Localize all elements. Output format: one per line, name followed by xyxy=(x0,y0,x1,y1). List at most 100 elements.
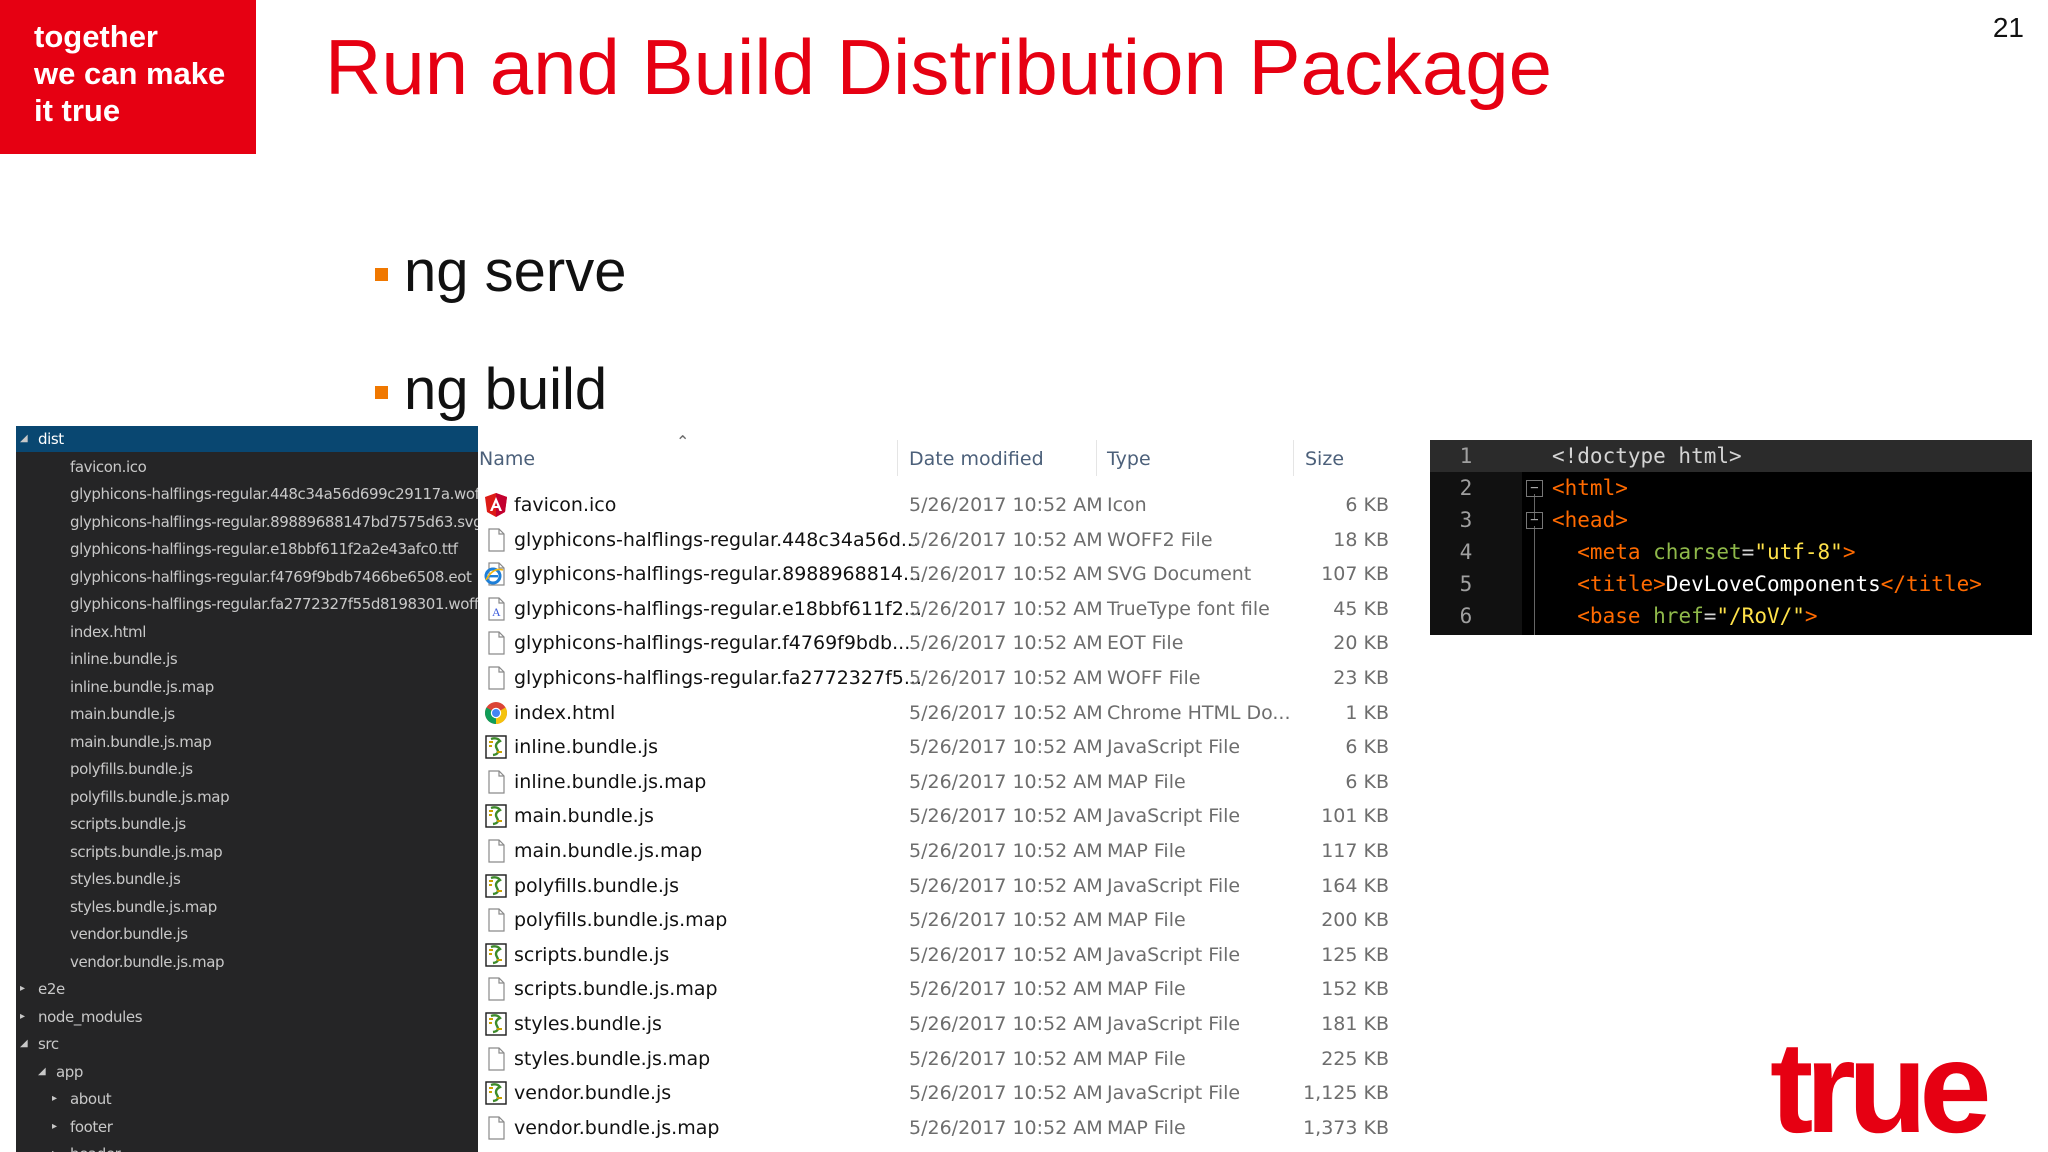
tree-item[interactable]: styles.bundle.js xyxy=(16,866,478,892)
tree-item-label: glyphicons-halflings-regular.f4769f9bdb7… xyxy=(70,567,472,586)
line-number: 5 xyxy=(1459,572,1473,596)
file-name: glyphicons-halflings-regular.448c34a56d.… xyxy=(514,528,920,551)
chevron-right-icon[interactable]: ▸ xyxy=(52,1141,57,1152)
page-number: 21 xyxy=(1992,12,2024,43)
tree-item[interactable]: index.html xyxy=(16,619,478,645)
tree-item[interactable]: ▸ node_modules xyxy=(16,1004,478,1030)
code-token: href xyxy=(1653,604,1704,628)
tagline-line: we can make xyxy=(34,56,226,91)
chevron-down-icon[interactable]: ◢ xyxy=(38,1059,46,1085)
tree-item-label: glyphicons-halflings-regular.e18bbf611f2… xyxy=(70,540,458,558)
column-divider[interactable] xyxy=(897,440,898,476)
tree-item-label: inline.bundle.js.map xyxy=(70,677,214,696)
file-row[interactable]: glyphicons-halflings-regular.f4769f9bdb.… xyxy=(479,626,1423,660)
line-number: 6 xyxy=(1459,604,1473,628)
chevron-right-icon[interactable]: ▸ xyxy=(20,976,25,1002)
tagline-line: it true xyxy=(34,93,121,128)
tree-item[interactable]: ◢ app xyxy=(16,1059,478,1085)
file-row[interactable]: scripts.bundle.js 5/26/2017 10:52 AM JavaS… xyxy=(479,938,1423,972)
chevron-right-icon[interactable]: ▸ xyxy=(20,1004,25,1030)
tree-item[interactable]: vendor.bundle.js.map xyxy=(16,949,478,975)
tree-item[interactable]: main.bundle.js.map xyxy=(16,729,478,755)
tree-item[interactable]: glyphicons-halflings-regular.448c34a56d6… xyxy=(16,481,478,507)
angular-icon xyxy=(483,492,509,518)
file-date: 5/26/2017 10:52 AM xyxy=(909,770,1103,793)
file-date: 5/26/2017 10:52 AM xyxy=(909,632,1103,655)
file-row[interactable]: glyphicons-halflings-regular.fa2772327f5… xyxy=(479,661,1423,695)
tree-item[interactable]: glyphicons-halflings-regular.89889688147… xyxy=(16,509,478,535)
tree-item[interactable]: glyphicons-halflings-regular.fa2772327f5… xyxy=(16,591,478,617)
column-header-type[interactable]: Type xyxy=(1107,448,1151,470)
collapse-icon[interactable]: − xyxy=(1526,480,1543,497)
code-text: <html> xyxy=(1552,472,1628,504)
file-size: 125 KB xyxy=(1321,943,1389,966)
tree-item[interactable]: ▸ footer xyxy=(16,1114,478,1140)
file-row[interactable]: main.bundle.js 5/26/2017 10:52 AM JavaScri… xyxy=(479,799,1423,833)
file-row[interactable]: favicon.ico 5/26/2017 10:52 AM Icon 6 KB xyxy=(479,488,1423,522)
file-row[interactable]: polyfills.bundle.js 5/26/2017 10:52 AM Jav… xyxy=(479,869,1423,903)
chevron-right-icon[interactable]: ▸ xyxy=(52,1086,57,1112)
file-date: 5/26/2017 10:52 AM xyxy=(909,528,1103,551)
file-type: JavaScript File xyxy=(1107,736,1241,759)
tree-item[interactable]: inline.bundle.js xyxy=(16,646,478,672)
tree-item[interactable]: styles.bundle.js.map xyxy=(16,894,478,920)
tree-item[interactable]: scripts.bundle.js.map xyxy=(16,839,478,865)
file-row[interactable]: vendor.bundle.js 5/26/2017 10:52 AM JavaSc… xyxy=(479,1076,1423,1110)
column-divider[interactable] xyxy=(1293,440,1294,476)
chevron-down-icon[interactable]: ◢ xyxy=(20,1031,28,1057)
file-row[interactable]: scripts.bundle.js.map 5/26/2017 10:52 AM M… xyxy=(479,972,1423,1006)
file-row[interactable]: styles.bundle.js 5/26/2017 10:52 AM JavaSc… xyxy=(479,1007,1423,1041)
file-row[interactable]: inline.bundle.js.map 5/26/2017 10:52 AM MA… xyxy=(479,765,1423,799)
tree-item[interactable]: main.bundle.js xyxy=(16,701,478,727)
collapse-icon[interactable]: − xyxy=(1526,512,1543,529)
tree-item[interactable]: ▸ about xyxy=(16,1086,478,1112)
column-header-date[interactable]: Date modified xyxy=(909,448,1044,470)
tree-item[interactable]: glyphicons-halflings-regular.e18bbf611f2… xyxy=(16,536,478,562)
file-row[interactable]: glyphicons-halflings-regular.448c34a56d.… xyxy=(479,523,1423,557)
tree-item[interactable]: vendor.bundle.js xyxy=(16,921,478,947)
file-row[interactable]: Aglyphicons-halflings-regular.e18bbf611f… xyxy=(479,592,1423,626)
file-row[interactable]: polyfills.bundle.js.map 5/26/2017 10:52 A… xyxy=(479,903,1423,937)
chevron-right-icon[interactable]: ▸ xyxy=(52,1114,57,1140)
file-size: 1,125 KB xyxy=(1303,1082,1389,1105)
file-date: 5/26/2017 10:52 AM xyxy=(909,701,1103,724)
column-header-name[interactable]: Name xyxy=(479,448,535,470)
file-row[interactable]: styles.bundle.js.map 5/26/2017 10:52 AM MA… xyxy=(479,1042,1423,1076)
file-row[interactable]: index.html 5/26/2017 10:52 AM Chrome HTML … xyxy=(479,696,1423,730)
tree-item-label: src xyxy=(38,1035,59,1053)
tree-item[interactable]: ◢ dist xyxy=(16,426,478,452)
tree-item[interactable]: ▸ e2e xyxy=(16,976,478,1002)
tree-item[interactable]: ▸ header xyxy=(16,1141,478,1152)
column-header-size[interactable]: Size xyxy=(1305,448,1344,470)
tree-item-label: scripts.bundle.js.map xyxy=(70,842,223,861)
file-name: main.bundle.js.map xyxy=(514,840,703,862)
tagline-line: together xyxy=(34,19,158,54)
tree-item-label: styles.bundle.js.map xyxy=(70,897,217,916)
tree-item[interactable]: polyfills.bundle.js.map xyxy=(16,784,478,810)
tree-item[interactable]: glyphicons-halflings-regular.f4769f9bdb7… xyxy=(16,564,478,590)
tree-item[interactable]: ◢ src xyxy=(16,1031,478,1057)
file-date: 5/26/2017 10:52 AM xyxy=(909,978,1103,1001)
bullet-text: ng serve xyxy=(404,239,627,304)
tree-item-label: glyphicons-halflings-regular.448c34a56d6… xyxy=(70,485,478,503)
tree-item[interactable]: polyfills.bundle.js xyxy=(16,756,478,782)
chevron-down-icon[interactable]: ◢ xyxy=(20,426,28,452)
code-line: 5 <title>DevLoveComponents</title> xyxy=(1430,568,2032,600)
column-divider[interactable] xyxy=(1096,440,1097,476)
tree-item[interactable]: scripts.bundle.js xyxy=(16,811,478,837)
code-token: <base xyxy=(1552,604,1654,628)
file-size: 45 KB xyxy=(1333,597,1389,620)
js-script-icon xyxy=(483,803,509,829)
tree-item-label: main.bundle.js xyxy=(70,705,175,723)
file-row[interactable]: main.bundle.js.map 5/26/2017 10:52 AM MAP … xyxy=(479,834,1423,868)
sort-ascending-icon: ⌃ xyxy=(676,432,690,451)
tree-item[interactable]: inline.bundle.js.map xyxy=(16,674,478,700)
file-row[interactable]: glyphicons-halflings-regular.8988968814.… xyxy=(479,557,1423,591)
svg-text:A: A xyxy=(492,605,501,619)
file-row[interactable]: vendor.bundle.js.map 5/26/2017 10:52 AM MA… xyxy=(479,1111,1423,1145)
file-row[interactable]: inline.bundle.js 5/26/2017 10:52 AM JavaSc… xyxy=(479,730,1423,764)
file-date: 5/26/2017 10:52 AM xyxy=(909,909,1103,932)
file-type: JavaScript File xyxy=(1107,874,1241,897)
tree-item[interactable]: favicon.ico xyxy=(16,454,478,480)
file-size: 164 KB xyxy=(1321,874,1389,897)
